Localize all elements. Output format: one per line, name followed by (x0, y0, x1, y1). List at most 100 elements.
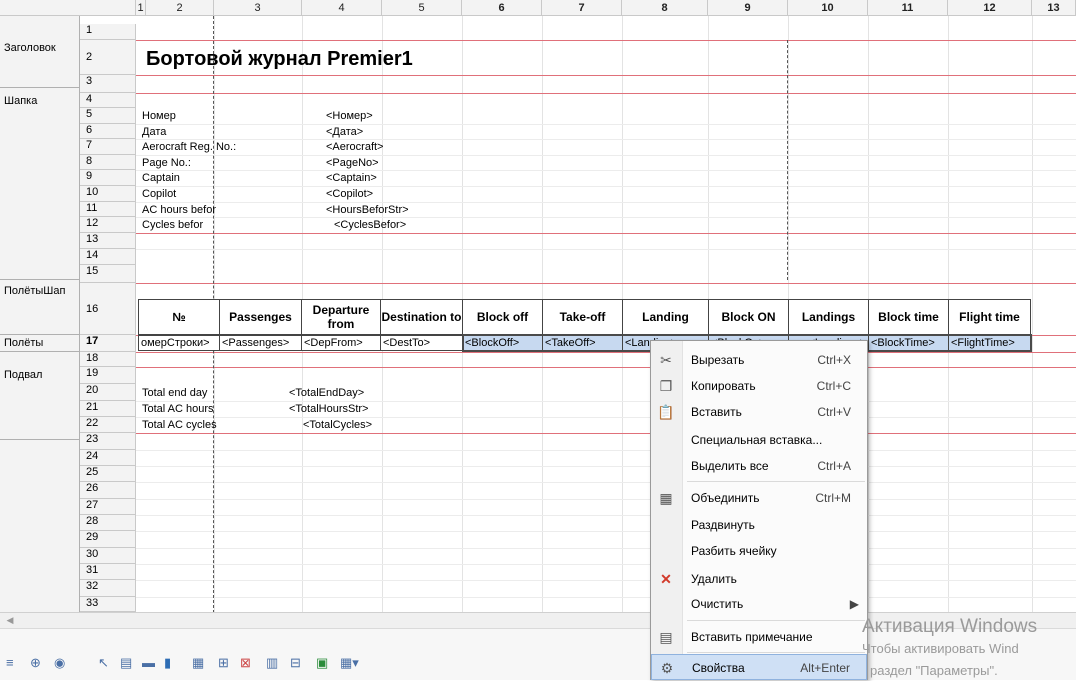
header-label[interactable]: Aerocraft Reg. No.: (142, 141, 236, 154)
menu-item-properties[interactable]: ⚙ Свойства Alt+Enter (651, 654, 867, 680)
menu-item-split-cell[interactable]: Разбить ячейку (651, 538, 867, 564)
header-param[interactable]: <Copilot> (326, 188, 373, 201)
table-cell-destination[interactable]: <DestTo> (380, 335, 463, 351)
header-param[interactable]: <Captain> (326, 172, 377, 185)
footer-param[interactable]: <TotalCycles> (303, 419, 372, 432)
table-header-flight-time[interactable]: Flight time (948, 299, 1031, 335)
column-header-5[interactable]: 5 (382, 0, 462, 16)
column-header-12[interactable]: 12 (948, 0, 1032, 16)
rectangle-tool-icon[interactable]: ▬ (142, 655, 155, 671)
row-header-4[interactable]: 4 (80, 93, 136, 108)
header-label[interactable]: Дата (142, 126, 166, 139)
row-header-23[interactable]: 23 (80, 433, 136, 450)
table-header-number[interactable]: № (138, 299, 220, 335)
header-param[interactable]: <Номер> (326, 110, 373, 123)
header-label[interactable]: AC hours befor (142, 204, 216, 217)
table-header-take-off[interactable]: Take-off (542, 299, 623, 335)
delete-area-icon[interactable]: ⊠ (240, 655, 251, 671)
group-flights[interactable]: Полёты (0, 335, 80, 352)
row-header-14[interactable]: 14 (80, 249, 136, 265)
group-flights-header[interactable]: ПолётыШап (0, 283, 80, 335)
menu-item-cut[interactable]: ✂ Вырезать Ctrl+X (651, 347, 867, 373)
column-header-6[interactable]: 6 (462, 0, 542, 16)
row-header-13[interactable]: 13 (80, 233, 136, 249)
row-header-29[interactable]: 29 (80, 531, 136, 548)
row-header-27[interactable]: 27 (80, 499, 136, 515)
row-header-19[interactable]: 19 (80, 367, 136, 384)
row-header-12[interactable]: 12 (80, 217, 136, 233)
menu-item-insert-note[interactable]: ▤ Вставить примечание (651, 624, 867, 650)
table-header-destination[interactable]: Destination to (380, 299, 463, 335)
table-header-departure[interactable]: Departure from (301, 299, 381, 335)
merge-tool-icon[interactable]: ▦ (192, 655, 204, 671)
column-header-2[interactable]: 2 (146, 0, 214, 16)
group-title[interactable]: Заголовок (0, 40, 80, 88)
row-header-11[interactable]: 11 (80, 202, 136, 217)
row-header-28[interactable]: 28 (80, 515, 136, 531)
header-label[interactable]: Captain (142, 172, 180, 185)
menu-item-clear[interactable]: Очистить ▶ (651, 591, 867, 617)
row-header-16[interactable]: 16 (80, 283, 136, 335)
column-header-7[interactable]: 7 (542, 0, 622, 16)
table-header-block-off[interactable]: Block off (462, 299, 543, 335)
row-header-31[interactable]: 31 (80, 564, 136, 580)
row-header-2[interactable]: 2 (80, 40, 136, 75)
column-header-9[interactable]: 9 (708, 0, 788, 16)
chart-tool-icon[interactable]: ▮ (164, 655, 171, 671)
row-header-26[interactable]: 26 (80, 482, 136, 499)
groups-icon[interactable]: ◉ (54, 655, 65, 671)
zoom-icon[interactable]: ⊕ (30, 655, 41, 671)
grid-toggle-icon[interactable]: ▥ (266, 655, 278, 671)
table-menu-icon[interactable]: ▦▾ (340, 655, 359, 671)
row-header-8[interactable]: 8 (80, 155, 136, 170)
header-label[interactable]: Cycles befor (142, 219, 203, 232)
header-param[interactable]: <CyclesBefor> (334, 219, 406, 232)
table-header-landings[interactable]: Landings (788, 299, 869, 335)
insert-area-icon[interactable]: ⊞ (218, 655, 229, 671)
column-header-13[interactable]: 13 (1032, 0, 1076, 16)
align-icon[interactable]: ≡ (6, 655, 14, 671)
row-header-9[interactable]: 9 (80, 170, 136, 186)
group-footer[interactable]: Подвал (0, 367, 80, 440)
column-header-4[interactable]: 4 (302, 0, 382, 16)
report-title[interactable]: Бортовой журнал Premier1 (146, 46, 413, 72)
row-header-1[interactable]: 1 (80, 24, 136, 40)
menu-item-paste[interactable]: 📋 Вставить Ctrl+V (651, 399, 867, 425)
row-header-17[interactable]: 17 (80, 335, 136, 352)
row-header-15[interactable]: 15 (80, 265, 136, 283)
row-header-3[interactable]: 3 (80, 75, 136, 93)
column-header-10[interactable]: 10 (788, 0, 868, 16)
menu-item-select-all[interactable]: Выделить все Ctrl+A (651, 453, 867, 479)
row-header-25[interactable]: 25 (80, 466, 136, 482)
menu-item-paste-special[interactable]: Специальная вставка... (651, 427, 867, 453)
table-header-landing[interactable]: Landing (622, 299, 709, 335)
footer-label[interactable]: Total end day (142, 387, 207, 400)
row-header-22[interactable]: 22 (80, 417, 136, 433)
menu-item-delete[interactable]: ✕ Удалить (651, 566, 867, 592)
row-header-18[interactable]: 18 (80, 352, 136, 367)
header-param[interactable]: <Дата> (326, 126, 363, 139)
column-header-11[interactable]: 11 (868, 0, 948, 16)
row-header-30[interactable]: 30 (80, 548, 136, 564)
row-header-24[interactable]: 24 (80, 450, 136, 466)
row-header-33[interactable]: 33 (80, 597, 136, 612)
footer-param[interactable]: <TotalEndDay> (289, 387, 364, 400)
table-header-block-time[interactable]: Block time (868, 299, 949, 335)
table-header-passenges[interactable]: Passenges (219, 299, 302, 335)
table-cell-passenges[interactable]: <Passenges> (219, 335, 302, 351)
table-cell-number[interactable]: омерСтроки> (138, 335, 220, 351)
header-param[interactable]: <Aerocraft> (326, 141, 383, 154)
row-header-6[interactable]: 6 (80, 124, 136, 139)
headers-toggle-icon[interactable]: ⊟ (290, 655, 301, 671)
header-label[interactable]: Copilot (142, 188, 176, 201)
footer-param[interactable]: <TotalHoursStr> (289, 403, 368, 416)
edit-mode-icon[interactable]: ▣ (316, 655, 328, 671)
row-header-20[interactable]: 20 (80, 384, 136, 401)
row-header-32[interactable]: 32 (80, 580, 136, 597)
scroll-left-arrow-icon[interactable]: ◀ (4, 614, 16, 626)
header-param[interactable]: <HoursBeforStr> (326, 204, 409, 217)
pointer-icon[interactable]: ↖ (98, 655, 109, 671)
column-header-1[interactable]: 1 (136, 0, 146, 16)
group-header[interactable]: Шапка (0, 93, 80, 280)
table-header-block-on[interactable]: Block ON (708, 299, 789, 335)
